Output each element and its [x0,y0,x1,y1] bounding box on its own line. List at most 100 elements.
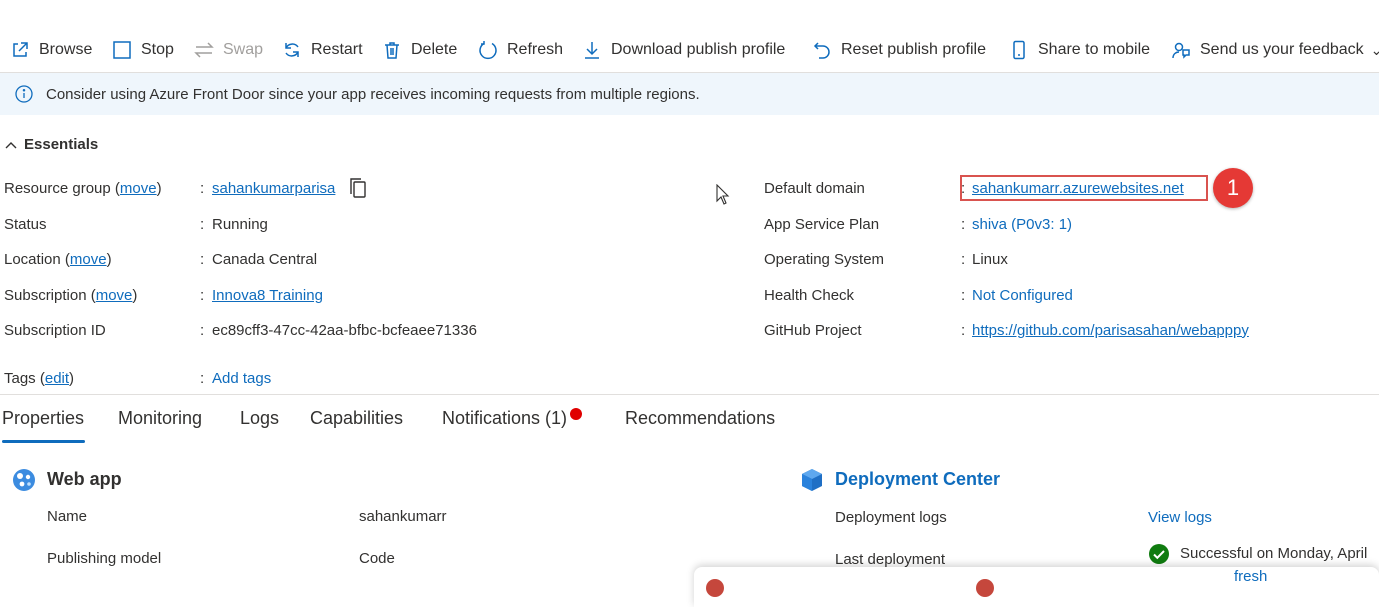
tab-logs[interactable]: Logs [240,408,279,436]
reset-publish-profile-button[interactable]: Reset publish profile [812,36,986,64]
separator: : [961,250,966,268]
feedback-icon [1171,40,1191,60]
app-service-plan-link[interactable]: shiva (P0v3: 1) [972,212,1072,236]
step-number-badge: 1 [1213,168,1253,208]
status-value: Running [212,215,268,233]
delete-label: Delete [411,41,458,58]
resource-group-row: Resource group (move) [4,176,162,200]
refresh-icon [478,40,498,60]
browse-label: Browse [39,41,93,58]
essentials-title: Essentials [24,136,99,153]
separator: : [961,286,966,304]
download-publish-profile-button[interactable]: Download publish profile [582,36,785,64]
tab-properties[interactable]: Properties [2,408,84,436]
resource-group-label: Resource group (move) [4,179,162,197]
chevron-down-icon: ⌄ [1370,41,1379,58]
copy-icon[interactable] [348,177,368,199]
deployment-center-link[interactable]: Deployment Center [835,469,1000,490]
refresh-button[interactable]: Refresh [478,36,563,64]
send-feedback-label: Send us your feedback [1200,41,1364,58]
mouse-cursor-icon [716,184,730,205]
trash-icon [382,40,402,60]
stop-label: Stop [141,41,174,58]
operating-system-value: Linux [972,250,1008,268]
download-icon [582,40,602,60]
browse-button[interactable]: Browse [10,36,92,64]
restart-button[interactable]: Restart [282,36,363,64]
default-domain-label: Default domain [764,179,865,197]
success-check-icon [1149,544,1169,564]
resource-group-label-text: Resource group [4,179,111,197]
subscription-row: Subscription (move) [4,286,138,304]
subscription-move-link[interactable]: move [96,287,133,304]
tab-monitoring[interactable]: Monitoring [118,408,202,436]
separator: : [200,250,205,268]
active-tab-indicator [2,440,85,443]
separator: : [200,369,205,387]
overlay-popup: fresh [694,567,1379,607]
stop-icon [112,40,132,60]
tags-edit-link[interactable]: edit [45,370,69,387]
name-value: sahankumarr [359,508,447,525]
restart-label: Restart [311,41,363,58]
stop-button[interactable]: Stop [112,36,174,64]
location-row: Location (move) [4,250,112,268]
location-move-link[interactable]: move [70,251,107,268]
info-banner: Consider using Azure Front Door since yo… [0,73,1379,115]
status-label: Status [4,215,47,233]
tab-notifications[interactable]: Notifications (1) [442,408,567,436]
tab-recommendations[interactable]: Recommendations [625,408,775,436]
separator: : [200,179,205,197]
last-deployment-label: Last deployment [835,551,946,568]
tags-row: Tags (edit) [4,369,75,387]
subscription-link[interactable]: Innova8 Training [212,283,323,307]
location-value: Canada Central [212,250,318,268]
publishing-model-value: Code [359,550,395,567]
last-deployment-value: Successful on Monday, April [1180,545,1368,562]
health-check-label: Health Check [764,286,855,304]
subscription-label: Subscription [4,286,87,304]
separator: : [961,215,966,233]
delete-button[interactable]: Delete [382,36,457,64]
send-feedback-button[interactable]: Send us your feedback ⌄ [1171,36,1379,64]
refresh-link[interactable]: fresh [1234,568,1267,585]
essentials-toggle[interactable]: Essentials [4,136,98,153]
command-bar: Browse Stop Swap Restart Delete Refresh [0,0,1379,73]
add-tags-link[interactable]: Add tags [212,366,271,390]
notification-dot [570,408,582,420]
tab-capabilities[interactable]: Capabilities [310,408,403,436]
divider [0,394,1379,395]
subscription-id-label: Subscription ID [4,321,106,339]
banner-message: Consider using Azure Front Door since yo… [46,85,700,103]
download-publish-profile-label: Download publish profile [611,41,786,58]
view-logs-link[interactable]: View logs [1148,509,1212,526]
share-to-mobile-button[interactable]: Share to mobile [1009,36,1150,64]
open-external-icon [10,40,30,60]
app-icon [976,579,994,597]
deployment-center-icon [802,469,822,491]
subscription-id-value: ec89cff3-47cc-42aa-bfbc-bcfeaee71336 [212,321,477,339]
swap-icon [194,40,214,60]
publishing-model-label: Publishing model [47,550,162,567]
chevron-up-icon [5,141,17,148]
web-app-icon [13,469,35,491]
refresh-label: Refresh [507,41,564,58]
tags-label: Tags [4,369,36,387]
github-project-link[interactable]: https://github.com/parisasahan/webapppy [972,318,1249,342]
reset-publish-profile-label: Reset publish profile [841,41,986,58]
separator: : [961,321,966,339]
reset-icon [812,40,832,60]
app-service-plan-label: App Service Plan [764,215,880,233]
resource-group-move-link[interactable]: move [120,180,157,197]
github-project-label: GitHub Project [764,321,862,339]
separator: : [200,286,205,304]
health-check-link[interactable]: Not Configured [972,283,1073,307]
info-icon [15,85,33,103]
location-label: Location [4,250,61,268]
swap-label: Swap [223,41,264,58]
share-to-mobile-label: Share to mobile [1038,41,1151,58]
app-icon [706,579,724,597]
swap-button[interactable]: Swap [194,36,263,64]
name-label: Name [47,508,88,525]
resource-group-link[interactable]: sahankumarparisa [212,176,335,200]
